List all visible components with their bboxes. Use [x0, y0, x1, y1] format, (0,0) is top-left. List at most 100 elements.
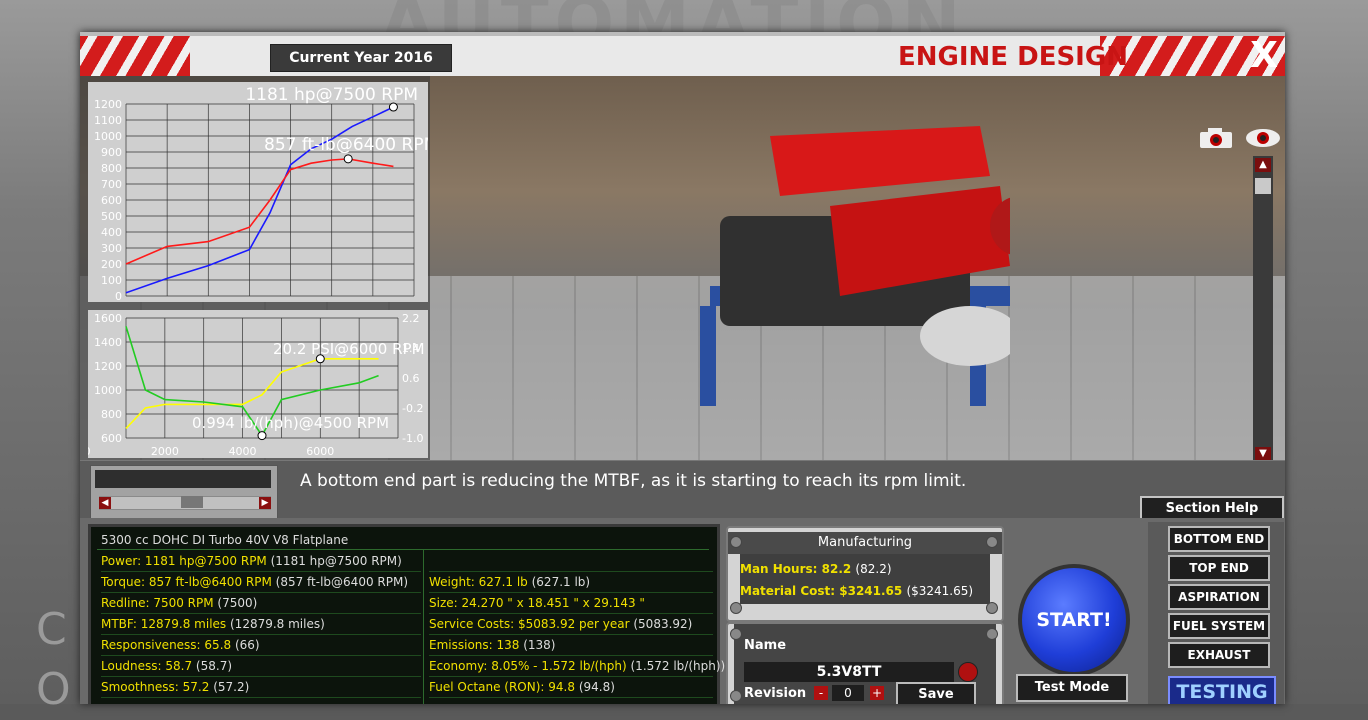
name-label: Name [744, 638, 787, 653]
stat-reference: (1181 hp@7500 RPM) [266, 554, 402, 568]
stat-row: MTBF: 12879.8 miles (12879.8 miles) [101, 614, 421, 635]
boost-bsfc-chart: 16001400120010008006002.21.40.6-0.2-1.00… [88, 310, 428, 458]
y2-tick-label: -1.0 [402, 432, 423, 445]
stat-row: Weight: 627.1 lb (627.1 lb) [429, 572, 713, 593]
engine-name-field[interactable]: 5.3V8TT [744, 662, 954, 682]
header-stripe-left [80, 36, 190, 76]
screw-icon [986, 602, 998, 614]
section-thumbnail: ◀ ▶ [90, 465, 278, 519]
stat-reference: (58.7) [192, 659, 233, 673]
y-tick-label: 400 [101, 226, 122, 239]
stat-value: Torque: 857 ft-lb@6400 RPM [101, 575, 272, 589]
engine-description: 5300 cc DOHC DI Turbo 40V V8 Flatplane [97, 530, 709, 550]
nav-aspiration[interactable]: ASPIRATION [1168, 584, 1270, 610]
stat-reference: (12879.8 miles) [226, 617, 325, 631]
y-tick-label: 0 [115, 290, 122, 302]
nav-exhaust[interactable]: EXHAUST [1168, 642, 1270, 668]
name-panel: Name 5.3V8TT Revision - 0 + Save [726, 622, 1004, 704]
scroll-thumb[interactable] [1255, 178, 1271, 194]
y2-tick-label: -0.2 [402, 402, 423, 415]
y-tick-label: 200 [101, 258, 122, 271]
y-tick-label: 1100 [94, 114, 122, 127]
nav-testing[interactable]: TESTING [1168, 676, 1276, 704]
stat-reference: (7500) [213, 596, 258, 610]
nav-bottom-end[interactable]: BOTTOM END [1168, 526, 1270, 552]
save-button[interactable]: Save [896, 682, 976, 704]
screw-icon [730, 602, 742, 614]
y-tick-label: 800 [101, 162, 122, 175]
y-tick-label: 600 [101, 194, 122, 207]
stats-left-column: Power: 1181 hp@7500 RPM (1181 hp@7500 RP… [101, 551, 421, 698]
nav-fuel-system[interactable]: FUEL SYSTEM [1168, 613, 1270, 639]
y-tick-label: 1200 [94, 360, 122, 373]
material-cost-row: Material Cost: $3241.65 ($3241.65) [740, 584, 973, 598]
screw-icon [730, 536, 742, 548]
man-hours-row: Man Hours: 82.2 (82.2) [740, 562, 892, 576]
scroll-down-button[interactable]: ▼ [1255, 447, 1271, 460]
stat-value: Power: 1181 hp@7500 RPM [101, 554, 267, 568]
stat-row: Power: 1181 hp@7500 RPM (1181 hp@7500 RP… [101, 551, 421, 572]
x-tick-label: 2000 [151, 445, 179, 458]
slider-right-icon[interactable]: ▶ [259, 497, 271, 509]
peak-torque-marker [343, 154, 353, 164]
revision-value: 0 [832, 685, 864, 701]
torque-annotation: 857 ft-lb@6400 RPM [264, 135, 428, 155]
bsfc-annotation: 0.994 lb/(hph)@4500 RPM [192, 414, 389, 432]
revision-label: Revision [744, 686, 807, 701]
y-tick-label: 700 [101, 178, 122, 191]
power-annotation: 1181 hp@7500 RPM [245, 85, 418, 105]
revision-increment-button[interactable]: + [870, 686, 884, 700]
y-tick-label: 1400 [94, 336, 122, 349]
nav-top-end[interactable]: TOP END [1168, 555, 1270, 581]
y-tick-label: 600 [101, 432, 122, 445]
close-button[interactable]: X [1246, 36, 1282, 76]
x-tick-label: 4000 [229, 445, 257, 458]
screw-icon [730, 628, 742, 640]
stat-row: Loudness: 58.7 (58.7) [101, 656, 421, 677]
y-tick-label: 500 [101, 210, 122, 223]
stat-reference: (1.572 lb/(hph)) [626, 659, 726, 673]
background-left-text: C O [36, 604, 71, 715]
y-tick-label: 1000 [94, 130, 122, 143]
stat-reference: (57.2) [209, 680, 250, 694]
x-tick-label: 6000 [306, 445, 334, 458]
material-cost-value: Material Cost: $3241.65 [740, 584, 903, 598]
stat-value: Smoothness: 57.2 [101, 680, 210, 694]
clear-name-icon[interactable] [958, 662, 978, 682]
stat-row: Service Costs: $5083.92 per year (5083.9… [429, 614, 713, 635]
engine-model-image [700, 126, 1010, 406]
stat-value: Fuel Octane (RON): 94.8 [429, 680, 575, 694]
stat-reference: (66) [231, 638, 260, 652]
screw-icon [730, 690, 742, 702]
power-torque-chart: 1200110010009008007006005004003002001000… [88, 82, 428, 302]
stat-reference: (5083.92) [629, 617, 693, 631]
stat-row: Fuel Octane (RON): 94.8 (94.8) [429, 677, 713, 698]
page-title: ENGINE DESIGN [898, 42, 1128, 72]
stat-value: Emissions: 138 [429, 638, 520, 652]
stat-row: Emissions: 138 (138) [429, 635, 713, 656]
stat-reference: (857 ft-lb@6400 RPM) [271, 575, 409, 589]
slider-left-icon[interactable]: ◀ [99, 497, 111, 509]
manufacturing-panel: Manufacturing Man Hours: 82.2 (82.2) Mat… [726, 526, 1004, 622]
man-hours-paren: (82.2) [855, 562, 892, 576]
section-nav: BOTTOM END TOP END ASPIRATION FUEL SYSTE… [1148, 522, 1284, 704]
start-button[interactable]: START! [1018, 564, 1130, 676]
revision-decrement-button[interactable]: - [814, 686, 828, 700]
stat-row: Torque: 857 ft-lb@6400 RPM (857 ft-lb@64… [101, 572, 421, 593]
stat-row: Size: 24.270 " x 18.451 " x 29.143 " [429, 593, 713, 614]
y-tick-label: 1000 [94, 384, 122, 397]
camera-icon[interactable] [1198, 126, 1234, 150]
screw-icon [986, 628, 998, 640]
slider-handle[interactable] [181, 496, 203, 508]
view-scrollbar[interactable]: ▲ ▼ [1253, 156, 1273, 460]
stat-row: Redline: 7500 RPM (7500) [101, 593, 421, 614]
charts-panel: 1200 1100 1000 900 800 700 600 500 400 300 200 100 0… [80, 76, 430, 460]
stat-value: MTBF: 12879.8 miles [101, 617, 227, 631]
y2-tick-label: 0.6 [402, 372, 420, 385]
test-mode-button[interactable]: Test Mode [1016, 674, 1128, 702]
scroll-up-button[interactable]: ▲ [1255, 158, 1271, 172]
stats-divider [423, 550, 424, 704]
min-bsfc-marker [257, 431, 267, 441]
x-tick-label: 0 [88, 445, 91, 458]
eye-icon[interactable] [1244, 126, 1282, 150]
